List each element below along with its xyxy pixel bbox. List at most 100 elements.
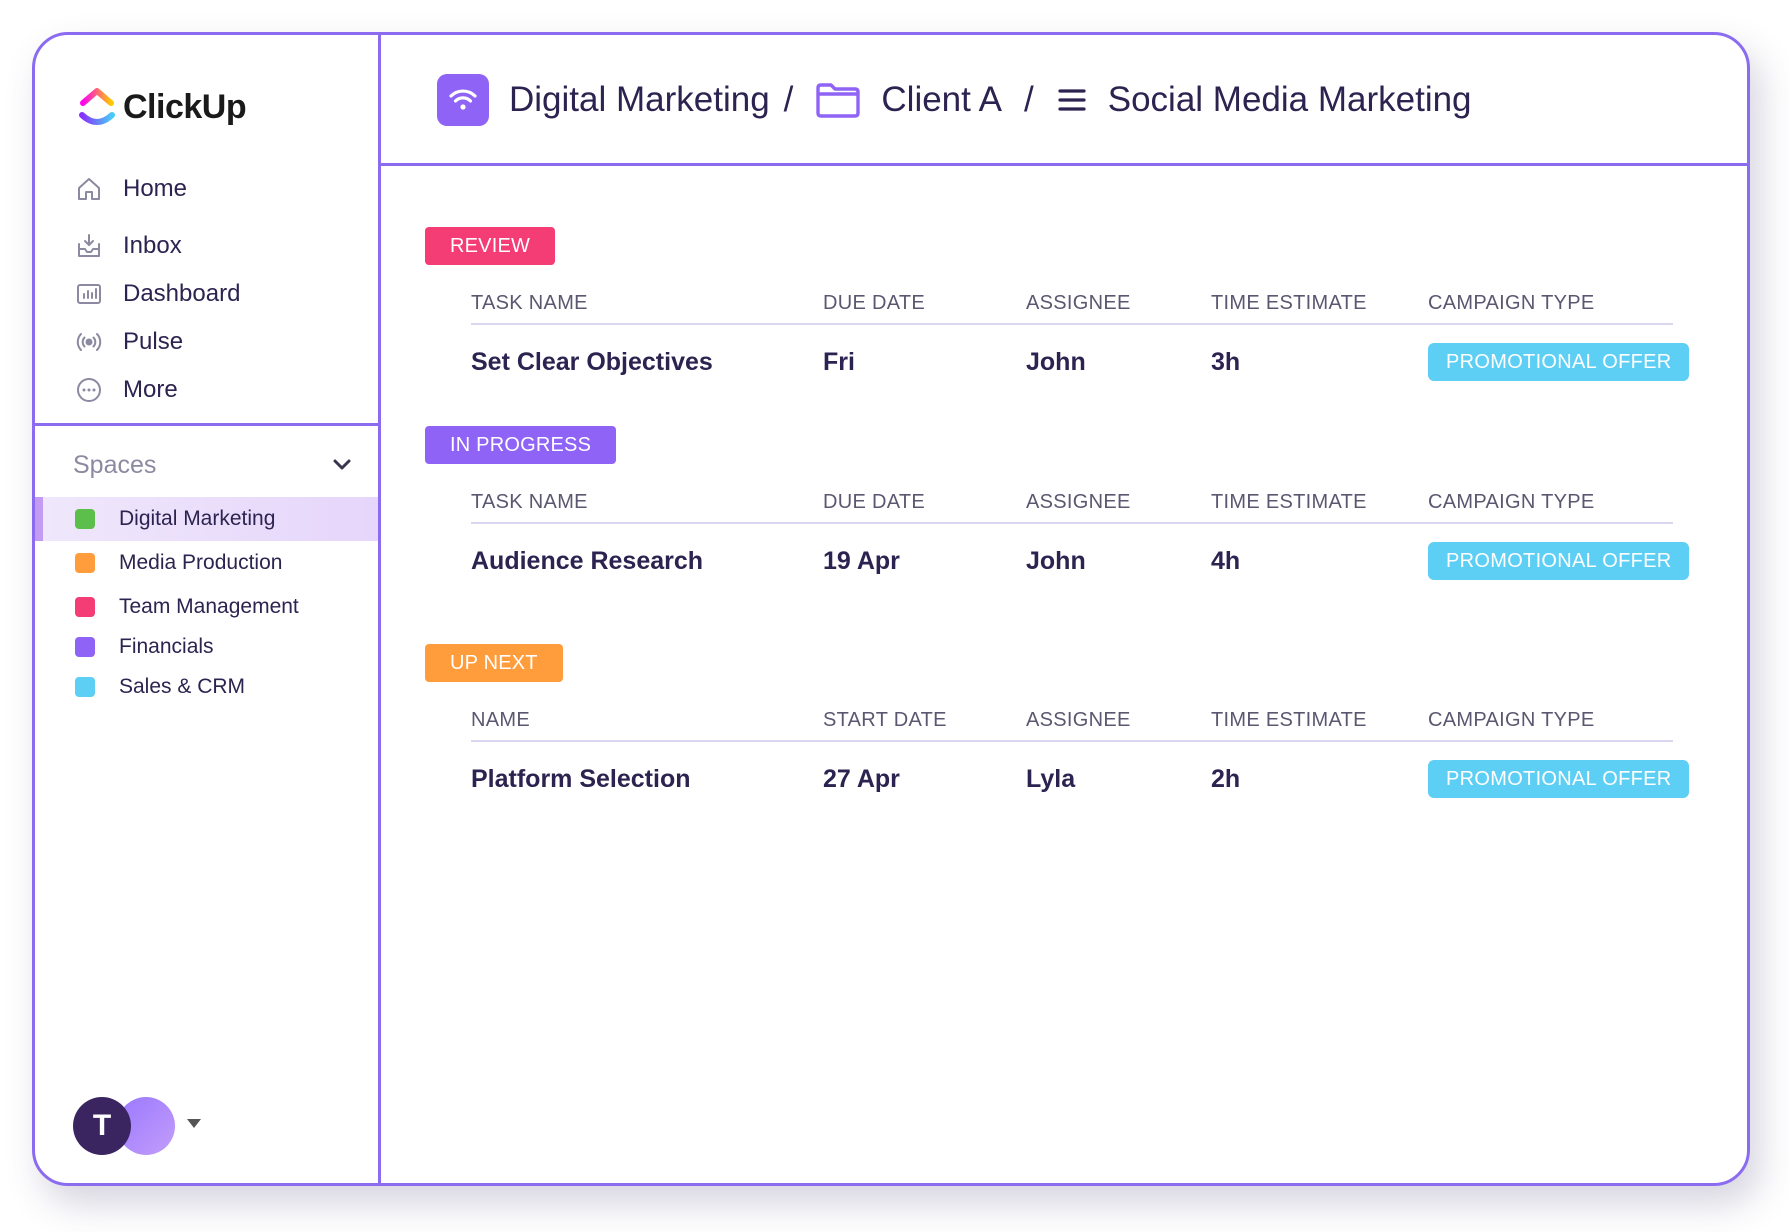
- list-icon: [1058, 89, 1086, 111]
- nav-label: Pulse: [123, 328, 184, 355]
- space-label: Team Management: [119, 595, 299, 618]
- header-divider: [471, 740, 1673, 742]
- breadcrumb-separator: /: [783, 80, 794, 119]
- wifi-icon: [449, 89, 477, 110]
- column-header[interactable]: ASSIGNEE: [1026, 484, 1131, 520]
- header-divider: [471, 522, 1673, 524]
- space-label: Sales & CRM: [119, 675, 246, 698]
- status-pill-up-next[interactable]: UP NEXT: [425, 644, 563, 682]
- breadcrumb: Digital Marketing / Client A / Social Me…: [437, 71, 1472, 129]
- sidebar: ClickUp Home Inbox Dashboard Pulse More …: [35, 35, 381, 1183]
- nav-item-more[interactable]: More: [75, 370, 355, 410]
- column-header[interactable]: TIME ESTIMATE: [1211, 484, 1367, 520]
- task-date[interactable]: 27 Apr: [823, 754, 900, 804]
- status-pill-in-progress[interactable]: IN PROGRESS: [425, 426, 617, 464]
- status-pill-review[interactable]: REVIEW: [425, 227, 556, 265]
- column-header[interactable]: CAMPAIGN TYPE: [1428, 484, 1595, 520]
- main-panel: Digital Marketing / Client A / Social Me…: [381, 35, 1747, 1183]
- space-color-swatch: [75, 637, 95, 657]
- pulse-icon: [76, 333, 102, 351]
- column-header[interactable]: DUE DATE: [823, 285, 925, 321]
- campaign-type-badge[interactable]: PROMOTIONAL OFFER: [1428, 760, 1690, 798]
- column-header[interactable]: TASK NAME: [471, 285, 588, 321]
- space-label: Media Production: [119, 551, 283, 574]
- space-color-swatch: [75, 597, 95, 617]
- task-time-estimate[interactable]: 2h: [1211, 754, 1240, 804]
- logo-text: ClickUp: [123, 87, 247, 126]
- column-header[interactable]: TASK NAME: [471, 484, 588, 520]
- column-header[interactable]: CAMPAIGN TYPE: [1428, 285, 1595, 321]
- spaces-title: Spaces: [73, 450, 157, 479]
- sidebar-divider: [35, 423, 378, 426]
- column-header[interactable]: ASSIGNEE: [1026, 702, 1131, 738]
- space-color-swatch: [75, 553, 95, 573]
- chevron-down-icon[interactable]: [329, 452, 355, 478]
- column-header[interactable]: ASSIGNEE: [1026, 285, 1131, 321]
- column-header[interactable]: TIME ESTIMATE: [1211, 702, 1367, 738]
- task-name[interactable]: Audience Research: [471, 536, 703, 586]
- topbar: Digital Marketing / Client A / Social Me…: [381, 35, 1747, 166]
- campaign-type-cell: PROMOTIONAL OFFER: [1428, 536, 1690, 586]
- nav-item-dashboard[interactable]: Dashboard: [75, 274, 355, 314]
- campaign-type-badge[interactable]: PROMOTIONAL OFFER: [1428, 343, 1690, 381]
- nav-label: Inbox: [123, 232, 182, 259]
- home-icon: [78, 178, 100, 200]
- table-header: TASK NAME DUE DATE ASSIGNEE TIME ESTIMAT…: [425, 484, 1715, 520]
- space-item-digital-marketing[interactable]: Digital Marketing: [35, 497, 378, 541]
- clickup-logo-icon: [79, 88, 115, 125]
- user-avatar-menu[interactable]: T: [73, 1095, 223, 1157]
- list-view: REVIEW TASK NAME DUE DATE ASSIGNEE TIME …: [381, 166, 1747, 1183]
- space-icon: [437, 74, 489, 126]
- breadcrumb-space[interactable]: Digital Marketing: [509, 80, 770, 120]
- app-window: ClickUp Home Inbox Dashboard Pulse More …: [32, 32, 1750, 1186]
- clickup-logo[interactable]: ClickUp: [77, 85, 247, 129]
- table-row[interactable]: Platform Selection 27 Apr Lyla 2h PROMOT…: [425, 754, 1715, 804]
- nav-label: More: [123, 376, 178, 403]
- space-label: Digital Marketing: [119, 507, 276, 530]
- campaign-type-badge[interactable]: PROMOTIONAL OFFER: [1428, 542, 1690, 580]
- column-header[interactable]: DUE DATE: [823, 484, 925, 520]
- inbox-icon: [78, 234, 100, 257]
- task-date[interactable]: 19 Apr: [823, 536, 900, 586]
- nav-item-pulse[interactable]: Pulse: [75, 322, 355, 362]
- task-assignee[interactable]: Lyla: [1026, 754, 1075, 804]
- campaign-type-cell: PROMOTIONAL OFFER: [1428, 337, 1690, 387]
- table-header: TASK NAME DUE DATE ASSIGNEE TIME ESTIMAT…: [425, 285, 1715, 321]
- more-icon: [77, 378, 101, 402]
- space-item-sales-crm[interactable]: Sales & CRM: [35, 665, 378, 709]
- column-header[interactable]: NAME: [471, 702, 530, 738]
- task-time-estimate[interactable]: 4h: [1211, 536, 1240, 586]
- nav-label: Home: [123, 175, 188, 202]
- space-item-media-production[interactable]: Media Production: [35, 541, 378, 585]
- task-date[interactable]: Fri: [823, 337, 855, 387]
- nav-item-inbox[interactable]: Inbox: [75, 226, 355, 266]
- avatar: T: [73, 1097, 131, 1155]
- breadcrumb-list[interactable]: Social Media Marketing: [1108, 80, 1472, 120]
- space-item-team-management[interactable]: Team Management: [35, 585, 378, 629]
- task-assignee[interactable]: John: [1026, 536, 1086, 586]
- dashboard-icon: [77, 284, 101, 304]
- table-row[interactable]: Set Clear Objectives Fri John 3h PROMOTI…: [425, 337, 1715, 387]
- space-color-swatch: [75, 509, 95, 529]
- header-divider: [471, 323, 1673, 325]
- campaign-type-cell: PROMOTIONAL OFFER: [1428, 754, 1690, 804]
- breadcrumb-separator: /: [1024, 80, 1034, 119]
- space-item-financials[interactable]: Financials: [35, 625, 378, 669]
- column-header[interactable]: START DATE: [823, 702, 947, 738]
- nav-item-home[interactable]: Home: [75, 169, 355, 209]
- spaces-header[interactable]: Spaces: [73, 445, 363, 485]
- caret-down-icon[interactable]: [187, 1119, 201, 1128]
- folder-icon: [816, 83, 861, 118]
- breadcrumb-folder[interactable]: Client A: [881, 80, 1002, 120]
- column-header[interactable]: TIME ESTIMATE: [1211, 285, 1367, 321]
- task-name[interactable]: Set Clear Objectives: [471, 337, 713, 387]
- nav-label: Dashboard: [123, 280, 241, 307]
- table-header: NAME START DATE ASSIGNEE TIME ESTIMATE C…: [425, 702, 1715, 738]
- space-color-swatch: [75, 677, 95, 697]
- task-name[interactable]: Platform Selection: [471, 754, 691, 804]
- column-header[interactable]: CAMPAIGN TYPE: [1428, 702, 1595, 738]
- space-label: Financials: [119, 635, 214, 658]
- task-assignee[interactable]: John: [1026, 337, 1086, 387]
- table-row[interactable]: Audience Research 19 Apr John 4h PROMOTI…: [425, 536, 1715, 586]
- task-time-estimate[interactable]: 3h: [1211, 337, 1240, 387]
